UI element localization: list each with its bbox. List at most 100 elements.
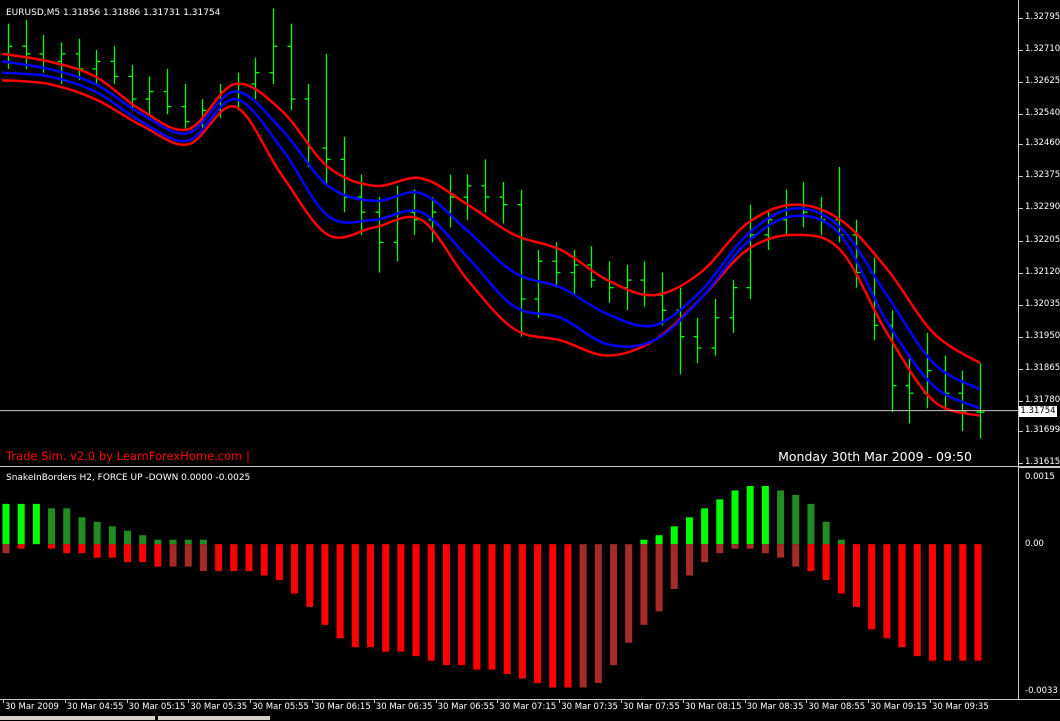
snake-upper-band-line	[1, 52, 981, 365]
force-down-bar	[837, 544, 845, 594]
snake-middle-lower-line	[1, 71, 981, 410]
force-down-bar	[124, 544, 131, 563]
current-price-tag: 1.31754	[1019, 405, 1057, 417]
force-down-bar	[610, 544, 617, 666]
force-down-bar	[655, 544, 663, 612]
force-down-bar	[959, 544, 967, 661]
time-axis-tick	[188, 700, 190, 703]
price-scale-tick	[1019, 50, 1023, 52]
force-down-bar	[230, 544, 238, 572]
force-down-bar	[367, 544, 374, 648]
force-up-bar	[32, 503, 40, 545]
indicator-scale[interactable]: 0.0015 0.00 -0.0033	[1018, 468, 1060, 699]
price-scale-tick	[1019, 82, 1023, 84]
indicator-pane[interactable]: SnakeInBorders H2, FORCE UP -DOWN 0.0000…	[0, 467, 1018, 699]
force-down-bar	[351, 544, 359, 648]
force-down-bar	[701, 544, 709, 563]
time-axis-tick	[497, 700, 499, 703]
ohlc-bar	[145, 76, 154, 115]
force-down-bar	[883, 544, 891, 639]
force-down-bar	[291, 544, 299, 594]
ohlc-bar	[693, 317, 702, 364]
price-scale-tick	[1019, 272, 1023, 274]
force-up-bar	[746, 485, 754, 545]
price-scale-label: 1.32460	[1025, 138, 1060, 149]
price-scale-label: 1.31865	[1025, 362, 1060, 373]
time-axis-tick	[682, 700, 684, 703]
force-down-bar	[534, 544, 542, 684]
force-down-bar	[336, 544, 344, 639]
trading-terminal-chart-window: EURUSD,M5 1.31856 1.31886 1.31731 1.3175…	[0, 0, 1060, 721]
force-down-bar	[731, 544, 739, 549]
force-down-bar	[822, 544, 830, 581]
ohlc-bar	[269, 8, 278, 84]
force-down-bar	[913, 544, 921, 657]
force-down-bar	[640, 544, 648, 625]
price-scale-label: 1.32710	[1025, 44, 1060, 55]
time-axis-tick	[3, 700, 4, 703]
time-axis-tick	[621, 700, 622, 703]
price-scale-tick	[1019, 18, 1023, 19]
force-up-bar	[670, 526, 678, 545]
ohlc-bar	[22, 19, 31, 69]
force-down-bar	[442, 544, 450, 666]
force-down-bar	[488, 544, 496, 670]
ohlc-bar	[941, 355, 950, 409]
time-axis-label: 30 Mar 07:35	[561, 702, 618, 712]
chart-tab[interactable]	[0, 716, 155, 720]
force-up-bar	[655, 535, 663, 545]
price-scale-tick	[1019, 431, 1023, 433]
force-up-bar	[685, 517, 693, 545]
force-down-bar	[93, 544, 101, 558]
force-up-bar	[2, 503, 10, 545]
force-down-bar	[792, 544, 800, 567]
price-scale-tick	[1019, 208, 1023, 210]
indicator-scale-label: 0.00	[1025, 539, 1044, 550]
force-down-bar	[78, 544, 86, 554]
force-up-bar	[184, 539, 192, 545]
force-up-bar	[93, 521, 101, 545]
force-down-bar	[199, 544, 207, 572]
price-scale-tick	[1019, 114, 1023, 116]
time-axis-label: 30 Mar 04:55	[66, 702, 124, 712]
force-down-bar	[412, 544, 420, 657]
force-down-bar	[928, 544, 936, 661]
force-up-bar	[640, 539, 648, 545]
force-up-bar	[78, 517, 86, 545]
price-scale-tick	[1019, 400, 1023, 402]
time-axis-label: 30 Mar 05:35	[190, 702, 248, 712]
price-scale-label: 1.32375	[1025, 170, 1060, 181]
force-down-bar	[108, 544, 116, 558]
price-chart-pane[interactable]: EURUSD,M5 1.31856 1.31886 1.31731 1.3175…	[0, 0, 1018, 466]
time-axis-tick	[435, 700, 437, 703]
force-down-bar	[260, 544, 268, 576]
chart-tab[interactable]	[158, 716, 270, 720]
force-down-bar	[397, 544, 405, 652]
ohlc-bar	[499, 182, 508, 224]
force-down-bar	[215, 544, 223, 572]
force-down-bar	[549, 544, 557, 688]
time-axis-label: 30 Mar 07:15	[499, 702, 557, 712]
force-down-bar	[139, 544, 147, 563]
force-down-bar	[944, 544, 952, 661]
price-scale[interactable]: 1.32795 1.32710 1.32625 1.32540 1.32460 1.323…	[1018, 0, 1060, 467]
time-axis-label: 30 Mar 06:15	[314, 702, 371, 712]
time-axis-label: 30 Mar 06:55	[437, 702, 495, 712]
time-axis-label: 30 Mar 06:35	[375, 702, 433, 712]
price-chart-svg	[0, 8, 1018, 439]
force-down-bar	[17, 544, 25, 549]
ohlc-bar	[640, 261, 649, 307]
force-down-bar	[154, 544, 162, 567]
snake-middle-upper-line	[1, 60, 981, 391]
price-scale-label: 1.32540	[1025, 108, 1060, 119]
force-up-bar	[199, 539, 207, 545]
ohlc-bar	[251, 57, 260, 100]
ohlc-bar	[676, 287, 685, 375]
force-up-bar	[731, 490, 739, 545]
force-down-bar	[184, 544, 192, 567]
price-scale-tick	[1019, 304, 1023, 306]
force-down-bar	[670, 544, 678, 589]
price-scale-tick	[1019, 176, 1023, 178]
force-up-bar	[807, 503, 815, 545]
force-up-bar	[716, 499, 724, 545]
